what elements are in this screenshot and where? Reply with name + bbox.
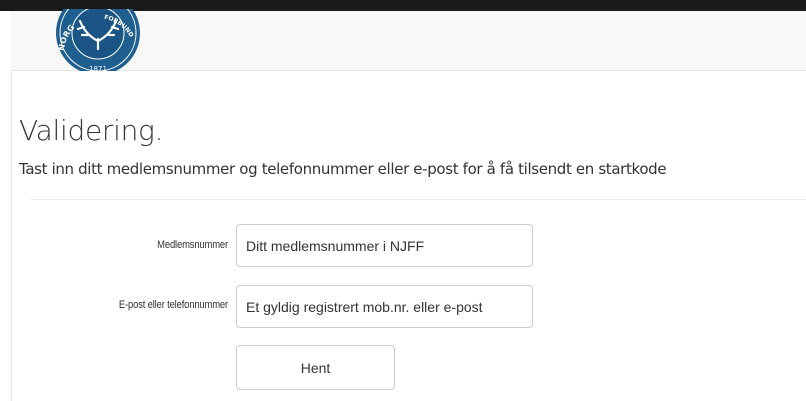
njff-logo[interactable]: NORG FORBUND 1871 [42,9,154,79]
page-subtitle: Tast inn ditt medlemsnummer og telefonnu… [19,160,667,178]
member-number-input[interactable] [236,224,533,267]
contact-input[interactable] [236,285,533,328]
member-number-label: Medlemsnummer [157,239,228,251]
fetch-button[interactable]: Hent [236,345,395,390]
header: NORG FORBUND 1871 [11,9,806,75]
page-title: Validering. [19,114,164,147]
contact-label: E-post eller telefonnummer [118,299,228,311]
divider [30,199,806,200]
logo-emblem-icon: NORG FORBUND 1871 [56,9,140,75]
